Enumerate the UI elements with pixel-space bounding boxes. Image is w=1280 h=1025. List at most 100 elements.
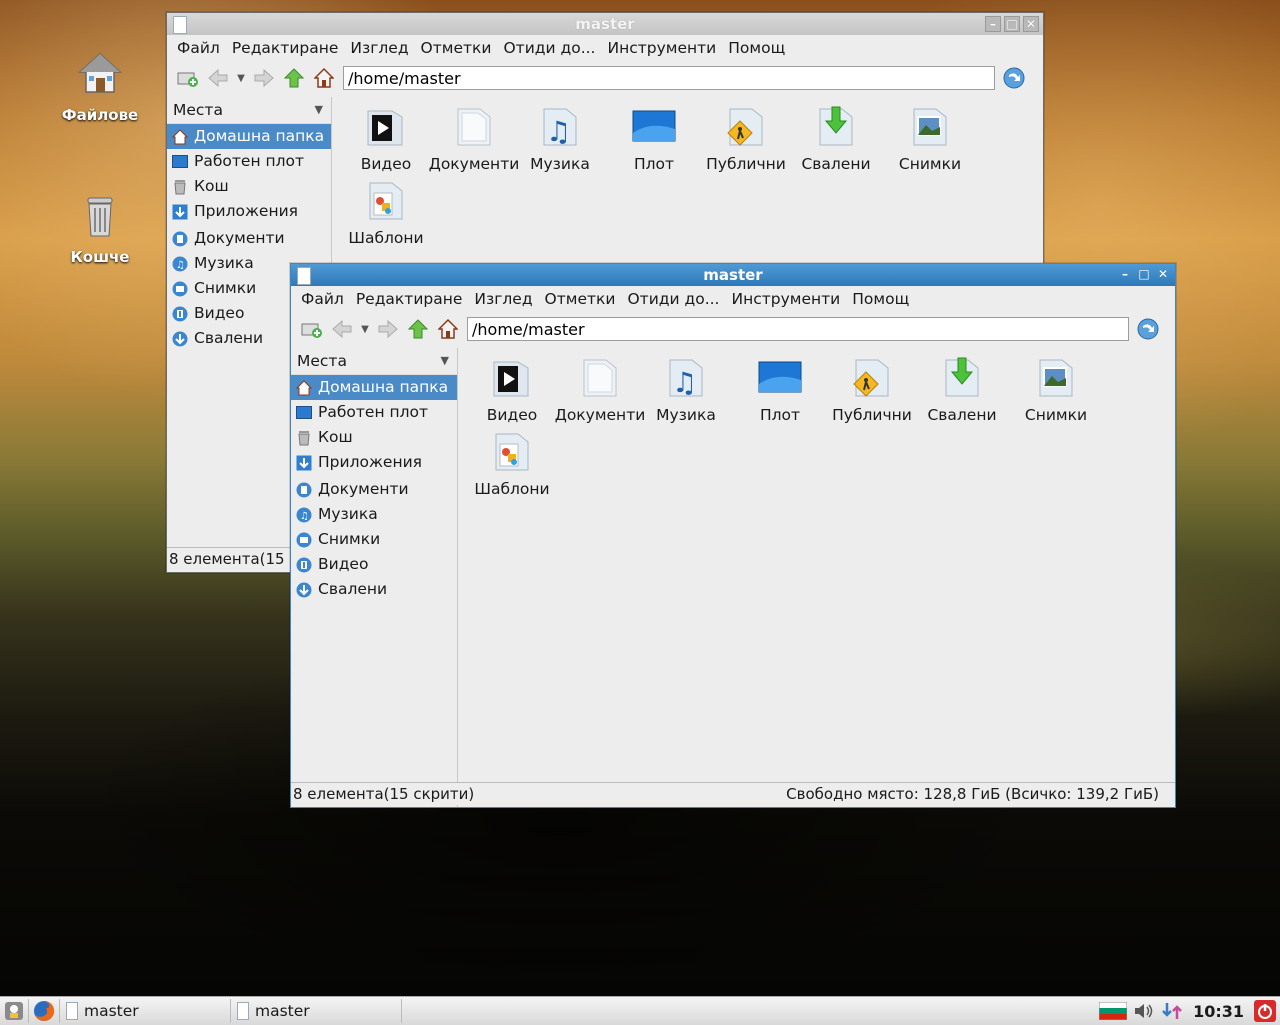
bookmark-music[interactable]: ♫ Музика: [291, 502, 457, 527]
sidebar-item-desktop[interactable]: Работен плот: [167, 149, 331, 174]
path-input[interactable]: [467, 317, 1129, 341]
file-item-music[interactable]: ♫ Музика: [638, 354, 734, 424]
file-item-downloads[interactable]: Свалени: [914, 354, 1010, 424]
up-button[interactable]: [403, 316, 433, 342]
file-item-public[interactable]: Публични: [824, 354, 920, 424]
places-header[interactable]: Места ▼: [167, 97, 331, 124]
file-item-templates[interactable]: Шаблони: [338, 177, 434, 247]
sidebar-item-label: Домашна папка: [318, 378, 449, 396]
bulgarian-flag-icon[interactable]: [1099, 1002, 1128, 1020]
menu-bookmarks[interactable]: Отметки: [415, 39, 498, 57]
sidebar-item-applications[interactable]: Приложения: [167, 199, 331, 224]
menu-bookmarks[interactable]: Отметки: [539, 290, 622, 308]
close-button[interactable]: ✕: [1023, 16, 1039, 32]
sidebar-item-home[interactable]: Домашна папка: [167, 124, 331, 149]
forward-button[interactable]: [373, 316, 403, 342]
forward-button[interactable]: [249, 65, 279, 91]
clock[interactable]: 10:31: [1193, 1002, 1244, 1021]
minimize-button[interactable]: –: [985, 16, 1001, 32]
file-item-label: Плот: [759, 406, 801, 424]
volume-icon[interactable]: [1133, 1001, 1155, 1021]
menu-edit[interactable]: Редактиране: [350, 290, 469, 308]
menu-view[interactable]: Изглед: [344, 39, 414, 57]
titlebar[interactable]: master – □ ✕: [167, 13, 1043, 35]
menu-go[interactable]: Отиди до...: [497, 39, 601, 57]
menu-file[interactable]: Файл: [295, 290, 350, 308]
sidebar-item-applications[interactable]: Приложения: [291, 450, 457, 475]
places-header[interactable]: Места ▼: [291, 348, 457, 375]
file-item-label: Видео: [360, 155, 412, 173]
file-item-music[interactable]: ♫ Музика: [512, 103, 608, 173]
sidebar-item-desktop[interactable]: Работен плот: [291, 400, 457, 425]
file-item-documents[interactable]: Документи: [552, 354, 648, 424]
downloads-folder-icon: [938, 354, 986, 402]
new-tab-button[interactable]: [297, 316, 327, 342]
bookmark-documents[interactable]: Документи: [291, 477, 457, 502]
menu-help[interactable]: Помощ: [722, 39, 791, 57]
file-item-downloads[interactable]: Свалени: [788, 103, 884, 173]
up-button[interactable]: [279, 65, 309, 91]
sidebar-item-trash[interactable]: Кош: [167, 174, 331, 199]
home-button[interactable]: [433, 316, 463, 342]
maximize-button[interactable]: □: [1136, 267, 1152, 283]
bookmark-downloads[interactable]: Свалени: [291, 577, 457, 602]
chevron-down-icon[interactable]: ▼: [441, 348, 449, 374]
maximize-button[interactable]: □: [1004, 16, 1020, 32]
sidebar-item-label: Приложения: [318, 453, 422, 471]
sidebar-item-label: Музика: [318, 505, 378, 523]
file-item-desktop[interactable]: Плот: [732, 354, 828, 424]
file-item-label: Шаблони: [474, 480, 550, 498]
file-item-desktop[interactable]: Плот: [606, 103, 702, 173]
file-item-pictures[interactable]: Снимки: [1008, 354, 1104, 424]
file-item-public[interactable]: Публични: [698, 103, 794, 173]
menu-edit[interactable]: Редактиране: [226, 39, 345, 57]
sidebar-item-trash[interactable]: Кош: [291, 425, 457, 450]
network-icon[interactable]: [1161, 1001, 1183, 1021]
sidebar-item-label: Домашна папка: [194, 127, 325, 145]
task-button-master-2[interactable]: master: [231, 999, 402, 1023]
file-item-label: Снимки: [898, 155, 962, 173]
desktop-files-shortcut[interactable]: Файлове: [52, 50, 148, 124]
bookmark-video[interactable]: Видео: [291, 552, 457, 577]
window-title: master: [575, 15, 635, 33]
go-button[interactable]: [999, 65, 1029, 91]
chevron-down-icon[interactable]: ▼: [315, 97, 323, 123]
bookmark-pictures[interactable]: Снимки: [291, 527, 457, 552]
path-input[interactable]: [343, 66, 995, 90]
system-tray: 10:31: [1099, 997, 1280, 1025]
menu-go[interactable]: Отиди до...: [621, 290, 725, 308]
file-item-video[interactable]: Видео: [464, 354, 560, 424]
places-header-label: Места: [297, 352, 347, 370]
file-item-templates[interactable]: Шаблони: [464, 428, 560, 498]
menu-view[interactable]: Изглед: [468, 290, 538, 308]
sidebar-item-home[interactable]: Домашна папка: [291, 375, 457, 400]
power-icon[interactable]: [1254, 1000, 1276, 1022]
back-button[interactable]: [203, 65, 233, 91]
file-item-pictures[interactable]: Снимки: [882, 103, 978, 173]
new-tab-button[interactable]: [173, 65, 203, 91]
close-button[interactable]: ✕: [1155, 267, 1171, 283]
task-button-master-1[interactable]: master: [60, 999, 231, 1023]
start-menu-button[interactable]: [0, 999, 29, 1023]
desktop-icon-label: Файлове: [61, 106, 139, 124]
desktop-trash-shortcut[interactable]: Кошче: [52, 192, 148, 266]
file-item-documents[interactable]: Документи: [426, 103, 522, 173]
public-folder-icon: [848, 354, 896, 402]
go-button[interactable]: [1133, 316, 1163, 342]
file-item-video[interactable]: Видео: [338, 103, 434, 173]
firefox-launcher[interactable]: [29, 999, 60, 1023]
history-dropdown-icon[interactable]: ▼: [233, 73, 249, 84]
sidebar-item-label: Кош: [194, 177, 229, 195]
menu-tools[interactable]: Инструменти: [726, 290, 847, 308]
file-item-label: Публични: [832, 406, 912, 424]
menu-tools[interactable]: Инструменти: [602, 39, 723, 57]
back-button[interactable]: [327, 316, 357, 342]
bookmark-documents[interactable]: Документи: [167, 226, 331, 251]
file-manager-window-front[interactable]: master – □ ✕ Файл Редактиране Изглед Отм…: [290, 263, 1176, 808]
history-dropdown-icon[interactable]: ▼: [357, 324, 373, 335]
titlebar[interactable]: master – □ ✕: [291, 264, 1175, 286]
home-button[interactable]: [309, 65, 339, 91]
menu-file[interactable]: Файл: [171, 39, 226, 57]
minimize-button[interactable]: –: [1117, 267, 1133, 283]
menu-help[interactable]: Помощ: [846, 290, 915, 308]
